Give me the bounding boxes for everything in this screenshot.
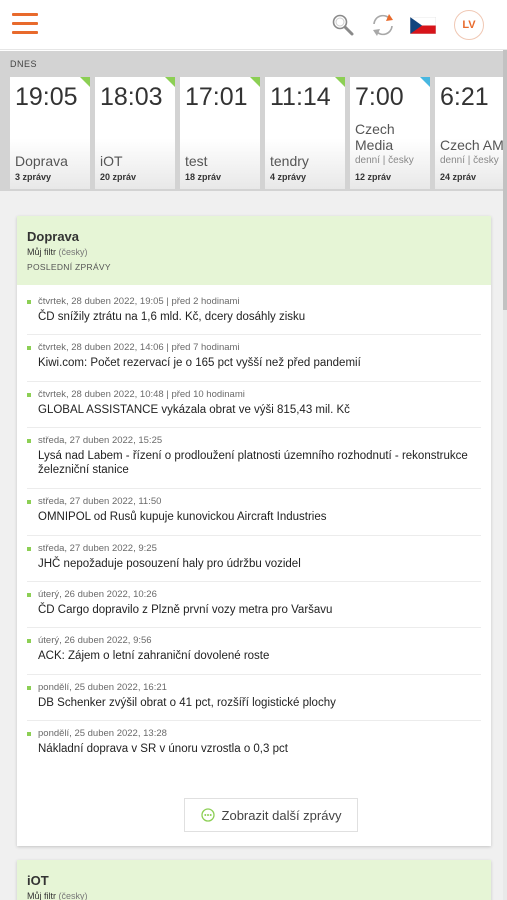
news-title[interactable]: GLOBAL ASSISTANCE vykázala obrat ve výši… (38, 403, 481, 417)
bullet-icon (27, 392, 31, 397)
card-count: 3 zprávy (15, 172, 52, 182)
news-item[interactable]: pondělí, 25 duben 2022, 13:28 Nákladní d… (27, 721, 481, 767)
top-bar: LV (0, 0, 507, 50)
card-subtitle: denní | česky (440, 155, 499, 166)
news-title[interactable]: Kiwi.com: Počet rezervací je o 165 pct v… (38, 356, 481, 370)
news-date: čtvrtek, 28 duben 2022, 10:48 | před 10 … (38, 388, 245, 400)
news-title[interactable]: OMNIPOL od Rusů kupuje kunovickou Aircra… (38, 510, 481, 524)
today-cards: 19:05 Doprava 3 zprávy 18:03 iOT 20 zprá… (10, 77, 503, 189)
news-item[interactable]: úterý, 26 duben 2022, 10:26 ČD Cargo dop… (27, 582, 481, 629)
card-name: Czech Media (355, 121, 395, 153)
news-item[interactable]: úterý, 26 duben 2022, 9:56 ACK: Zájem o … (27, 628, 481, 675)
card-name: Czech AM (440, 137, 503, 153)
today-card-test[interactable]: 17:01 test 18 zpráv (180, 77, 260, 189)
card-time: 19:05 (15, 83, 78, 111)
card-name: tendry (270, 153, 309, 169)
news-item[interactable]: čtvrtek, 28 duben 2022, 14:06 | před 7 h… (27, 335, 481, 382)
card-time: 11:14 (270, 83, 331, 111)
bullet-icon (27, 732, 31, 737)
card-time: 18:03 (100, 83, 163, 111)
news-date: čtvrtek, 28 duben 2022, 14:06 | před 7 h… (38, 342, 240, 354)
news-item[interactable]: čtvrtek, 28 duben 2022, 19:05 | před 2 h… (27, 289, 481, 336)
news-title[interactable]: DB Schenker zvýšil obrat o 41 pct, rozší… (38, 696, 481, 710)
bullet-icon (27, 639, 31, 644)
news-item[interactable]: středa, 27 duben 2022, 9:25 JHČ nepožadu… (27, 536, 481, 582)
filter-name: Můj filtr (27, 891, 56, 900)
today-card-iot[interactable]: 18:03 iOT 20 zpráv (95, 77, 175, 189)
bullet-icon (27, 685, 31, 690)
today-label: DNES (10, 59, 38, 69)
more-icon (200, 808, 215, 822)
panel-header[interactable]: Doprava Můj filtr (česky) POSLEDNÍ ZPRÁV… (17, 216, 491, 285)
panel-title: Doprava (27, 229, 80, 244)
card-count: 18 zpráv (185, 172, 222, 182)
new-indicator (335, 77, 345, 87)
card-time: 7:00 (355, 83, 404, 111)
news-date: čtvrtek, 28 duben 2022, 19:05 | před 2 h… (38, 296, 240, 307)
news-title[interactable]: ČD snížily ztrátu na 1,6 mld. Kč, dcery … (38, 310, 481, 324)
news-item[interactable]: středa, 27 duben 2022, 11:50 OMNIPOL od … (27, 489, 481, 536)
panel-filter: Můj filtr (česky) (27, 891, 481, 900)
card-count: 24 zpráv (440, 172, 477, 182)
today-card-doprava[interactable]: 19:05 Doprava 3 zprávy (10, 77, 90, 189)
news-date: úterý, 26 duben 2022, 9:56 (38, 635, 152, 647)
panel-filter: Můj filtr (česky) (27, 247, 481, 257)
news-item[interactable]: pondělí, 25 duben 2022, 16:21 DB Schenke… (27, 675, 481, 722)
filter-language: (česky) (58, 247, 88, 257)
news-title[interactable]: JHČ nepožaduje posouzení haly pro údržbu… (38, 557, 481, 571)
news-item[interactable]: středa, 27 duben 2022, 15:25 Lysá nad La… (27, 428, 481, 490)
show-more-label: Zobrazit další zprávy (221, 807, 342, 823)
bullet-icon (27, 546, 31, 551)
filter-name: Můj filtr (27, 247, 56, 257)
bullet-icon (27, 346, 31, 351)
section-label: POSLEDNÍ ZPRÁVY (27, 262, 111, 272)
news-title[interactable]: Nákladní doprava v SR v únoru vzrostla o… (38, 742, 481, 756)
card-name: test (185, 153, 208, 169)
filter-language: (česky) (58, 891, 88, 900)
bullet-icon (27, 439, 31, 444)
card-name: iOT (100, 153, 123, 169)
refresh-icon[interactable] (368, 10, 398, 40)
show-more-button[interactable]: Zobrazit další zprávy (184, 798, 358, 832)
news-list: čtvrtek, 28 duben 2022, 19:05 | před 2 h… (17, 285, 491, 768)
news-title[interactable]: ACK: Zájem o letní zahraniční dovolené r… (38, 649, 481, 663)
user-avatar[interactable]: LV (454, 10, 484, 40)
news-title[interactable]: Lysá nad Labem - řízení o prodloužení pl… (38, 449, 481, 477)
new-indicator (80, 77, 90, 87)
news-date: středa, 27 duben 2022, 15:25 (38, 435, 163, 447)
news-date: pondělí, 25 duben 2022, 16:21 (38, 681, 167, 693)
panel-title: iOT (27, 873, 49, 888)
news-date: úterý, 26 duben 2022, 10:26 (38, 588, 157, 600)
today-card-czech-media[interactable]: 7:00 Czech Media denní | česky 12 zpráv (350, 77, 430, 189)
card-time: 6:21 (440, 83, 489, 111)
today-card-tendry[interactable]: 11:14 tendry 4 zprávy (265, 77, 345, 189)
new-indicator (250, 77, 260, 87)
panel-header[interactable]: iOT Můj filtr (česky) (17, 860, 491, 900)
search-icon[interactable] (328, 10, 358, 40)
news-date: středa, 27 duben 2022, 9:25 (38, 542, 157, 554)
news-date: středa, 27 duben 2022, 11:50 (38, 496, 162, 508)
card-name: Doprava (15, 153, 68, 169)
new-indicator (420, 77, 430, 87)
bullet-icon (27, 592, 31, 597)
news-item[interactable]: čtvrtek, 28 duben 2022, 10:48 | před 10 … (27, 382, 481, 429)
czech-flag-icon[interactable] (410, 17, 436, 34)
today-card-czech-am[interactable]: 6:21 Czech AM denní | česky 24 zpráv (435, 77, 503, 189)
news-date: pondělí, 25 duben 2022, 13:28 (38, 728, 167, 740)
card-subtitle: denní | česky (355, 155, 414, 166)
feed-panel-doprava: Doprava Můj filtr (česky) POSLEDNÍ ZPRÁV… (17, 216, 491, 846)
bullet-icon (27, 500, 31, 505)
new-indicator (165, 77, 175, 87)
today-strip: DNES 19:05 Doprava 3 zprávy 18:03 iOT 20… (0, 51, 503, 191)
card-count: 4 zprávy (270, 172, 307, 182)
bullet-icon (27, 300, 31, 304)
card-time: 17:01 (185, 83, 248, 111)
news-title[interactable]: ČD Cargo dopravilo z Plzně první vozy me… (38, 603, 481, 617)
card-count: 20 zpráv (100, 172, 137, 182)
feed-panel-iot: iOT Můj filtr (česky) (17, 860, 491, 900)
scrollbar-thumb[interactable] (503, 50, 507, 310)
hamburger-menu-icon[interactable] (12, 13, 38, 35)
card-count: 12 zpráv (355, 172, 392, 182)
